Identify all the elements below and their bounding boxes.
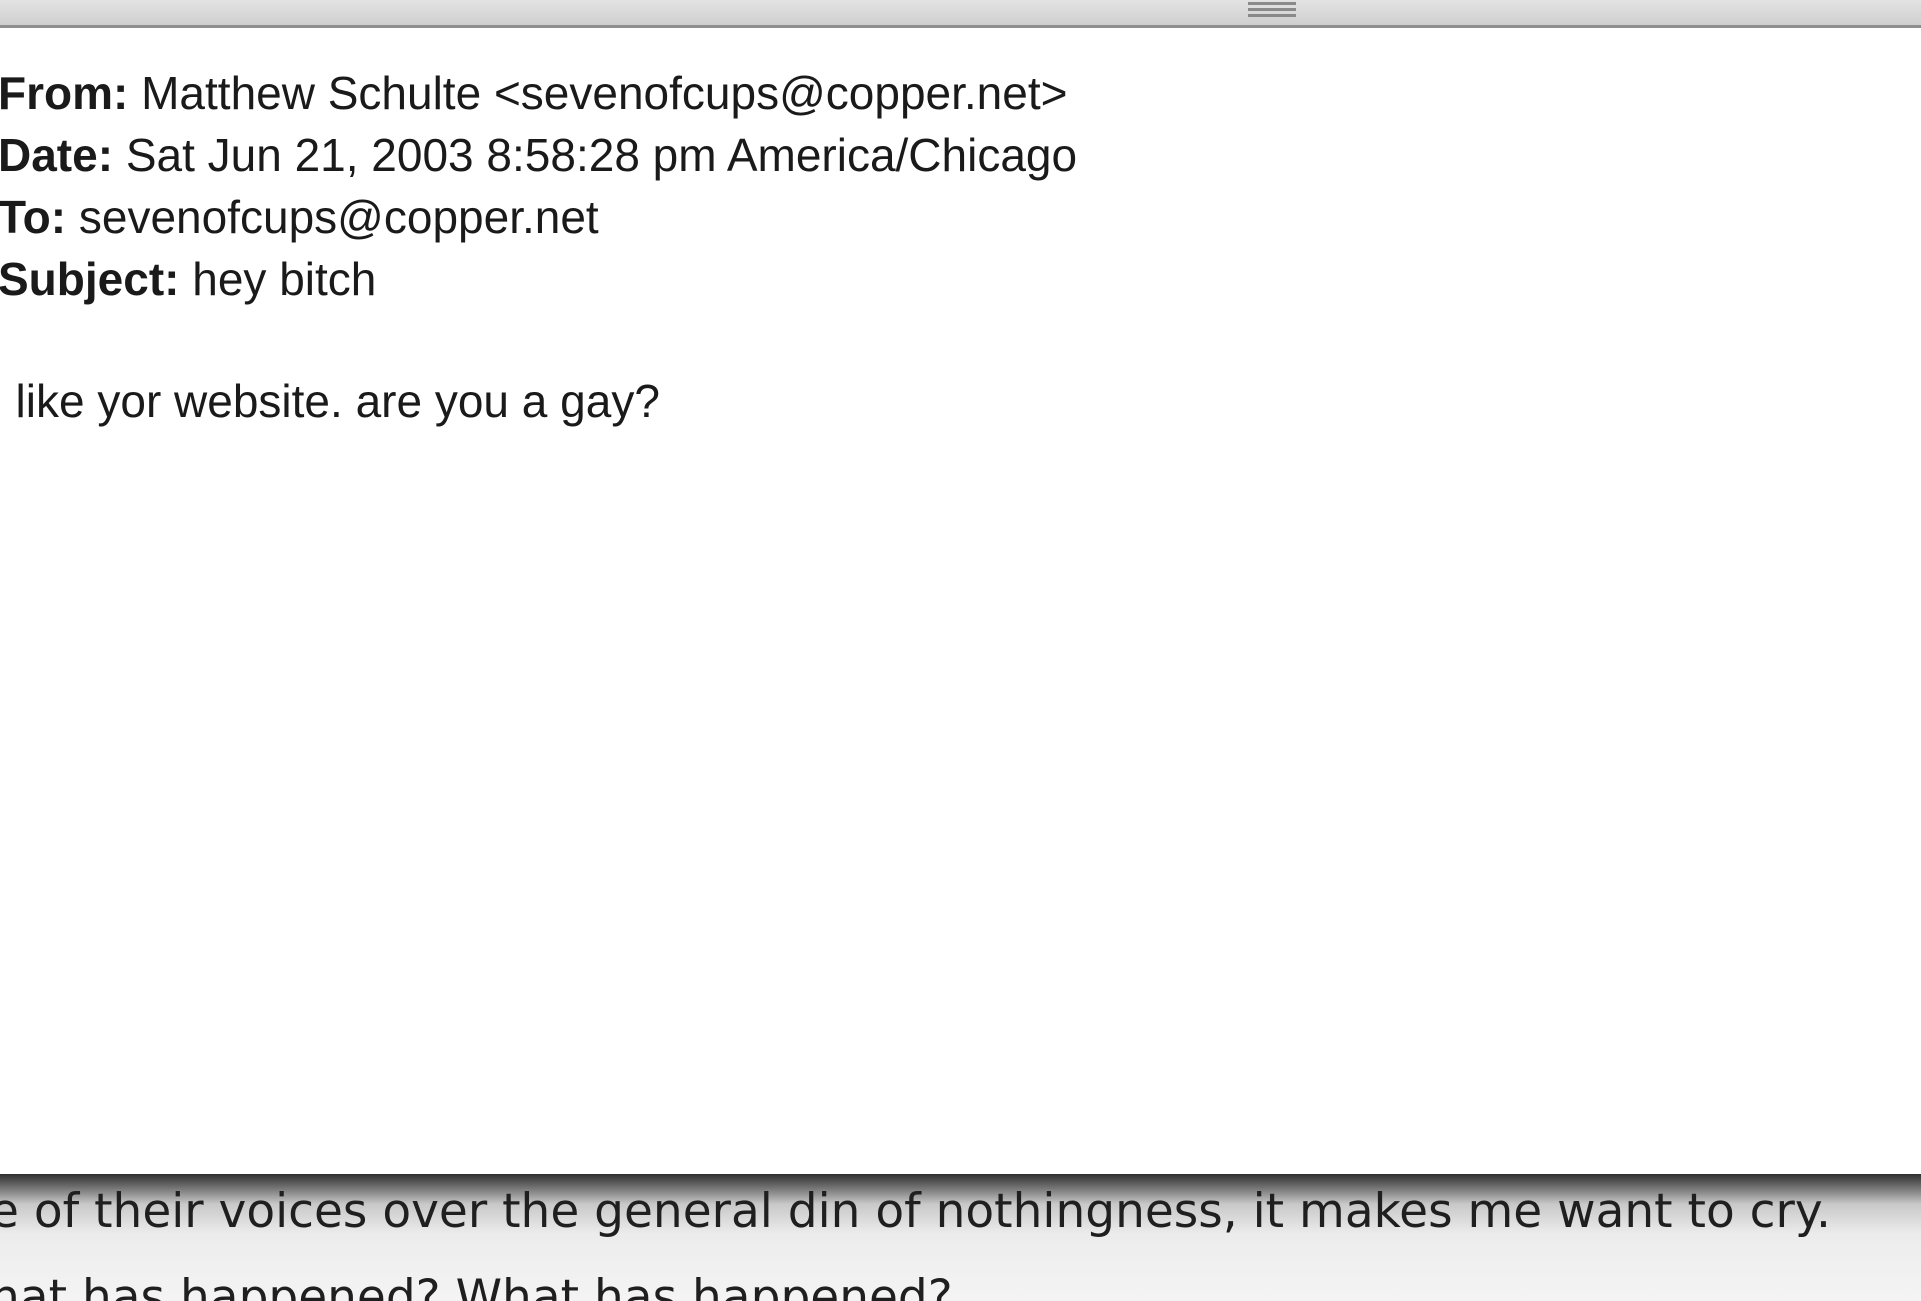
from-label: From: [0, 67, 129, 119]
header-from: From: Matthew Schulte <sevenofcups@coppe… [0, 62, 1077, 124]
splitter-grip-icon[interactable] [1248, 2, 1296, 20]
message-headers: From: Matthew Schulte <sevenofcups@coppe… [0, 62, 1077, 310]
to-value[interactable]: sevenofcups@copper.net [79, 191, 599, 243]
from-value[interactable]: Matthew Schulte <sevenofcups@copper.net> [141, 67, 1067, 119]
subject-value: hey bitch [192, 253, 377, 305]
header-subject: Subject: hey bitch [0, 248, 1077, 310]
background-text-line: hat has happened? What has happened? [0, 1270, 953, 1301]
pane-splitter[interactable] [0, 0, 1921, 28]
message-viewer: From: Matthew Schulte <sevenofcups@coppe… [0, 28, 1921, 1174]
date-value: Sat Jun 21, 2003 8:58:28 pm America/Chic… [125, 129, 1078, 181]
message-body: I like yor website. are you a gay? [0, 375, 660, 427]
header-date: Date: Sat Jun 21, 2003 8:58:28 pm Americ… [0, 124, 1077, 186]
to-label: To: [0, 191, 67, 243]
header-to: To: sevenofcups@copper.net [0, 186, 1077, 248]
date-label: Date: [0, 129, 114, 181]
background-text-line: e of their voices over the general din o… [0, 1184, 1831, 1239]
subject-label: Subject: [0, 253, 180, 305]
background-window: e of their voices over the general din o… [0, 1174, 1921, 1301]
